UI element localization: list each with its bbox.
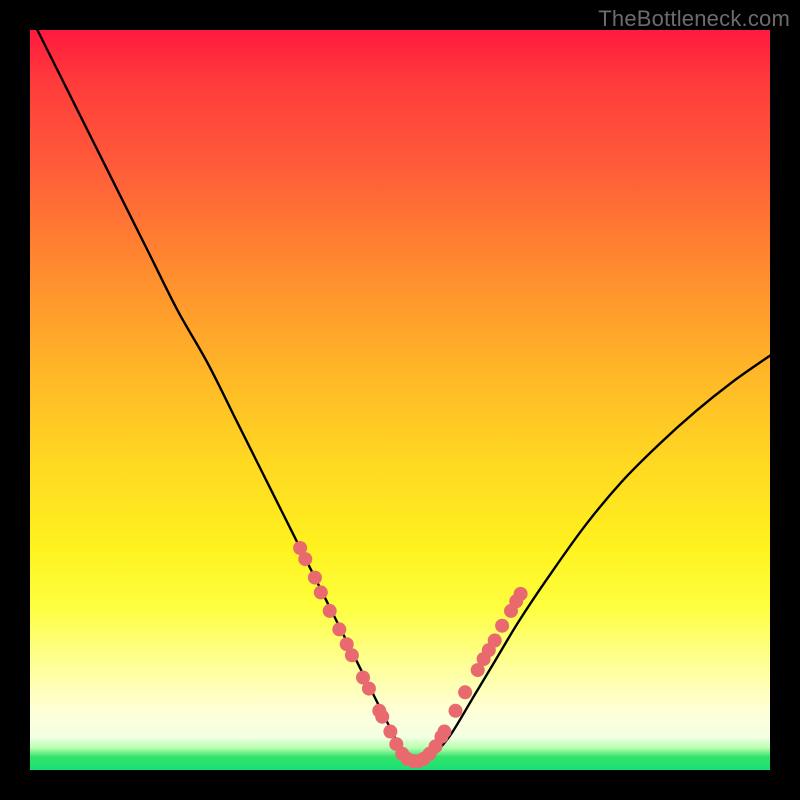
chart-svg bbox=[30, 30, 770, 770]
marker-dot bbox=[308, 571, 322, 585]
marker-dot bbox=[458, 685, 472, 699]
marker-dot bbox=[345, 648, 359, 662]
marker-dot bbox=[332, 622, 346, 636]
marker-dot bbox=[298, 552, 312, 566]
chart-frame: TheBottleneck.com bbox=[0, 0, 800, 800]
marker-dot bbox=[383, 725, 397, 739]
marker-dot bbox=[449, 704, 463, 718]
marker-dot bbox=[514, 587, 528, 601]
marker-dot bbox=[437, 725, 451, 739]
marker-dot bbox=[314, 585, 328, 599]
marker-dot bbox=[488, 634, 502, 648]
marker-dot bbox=[495, 619, 509, 633]
marker-dot bbox=[362, 682, 376, 696]
plot-area bbox=[30, 30, 770, 770]
marker-dot bbox=[323, 604, 337, 618]
bottleneck-curve bbox=[37, 30, 770, 763]
highlight-markers bbox=[293, 541, 528, 768]
watermark-text: TheBottleneck.com bbox=[598, 6, 790, 32]
marker-dot bbox=[375, 710, 389, 724]
